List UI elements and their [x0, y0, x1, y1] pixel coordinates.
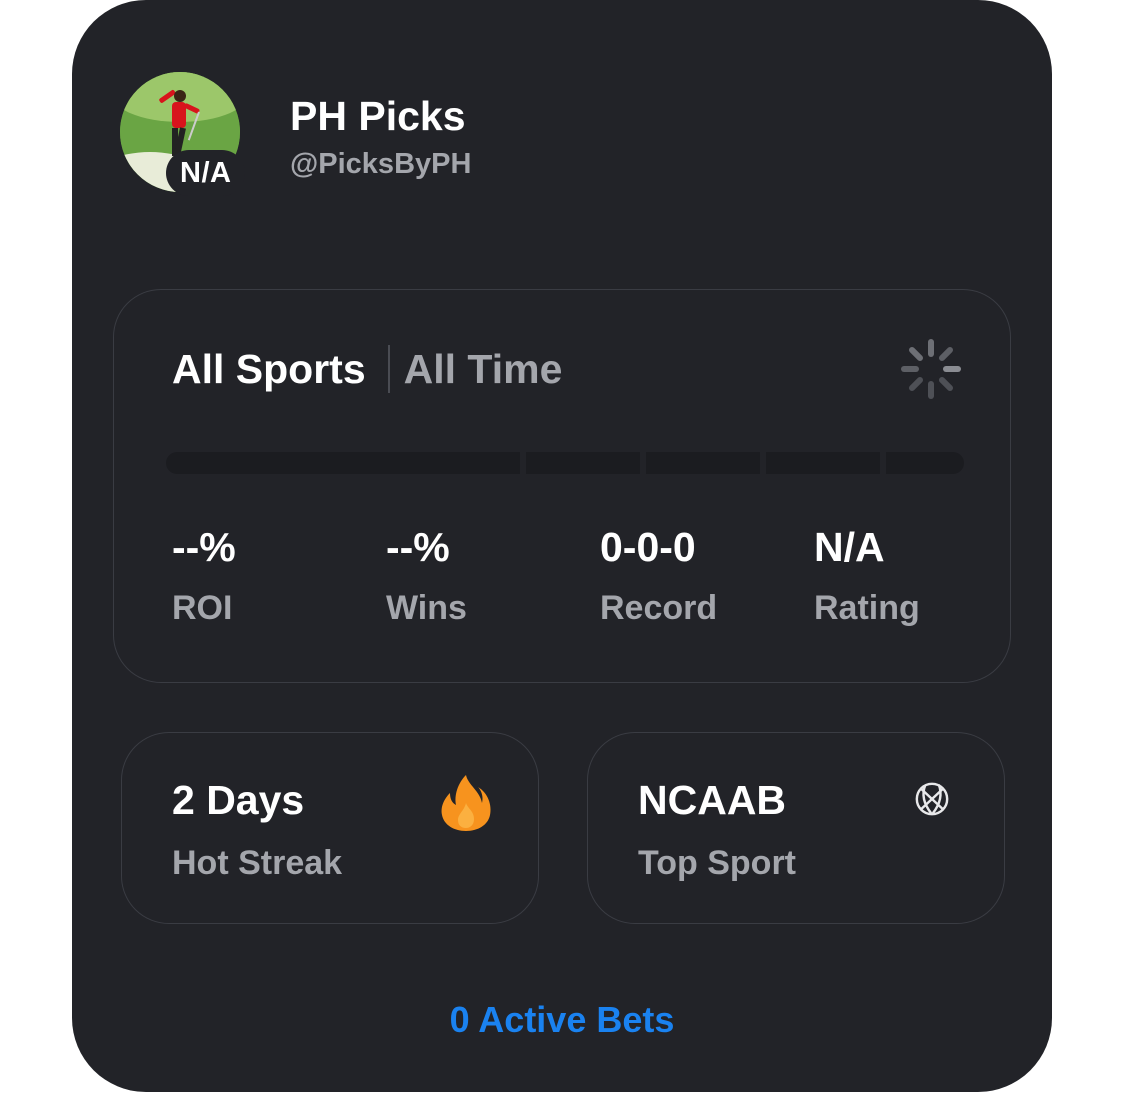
- filter-row: All Sports All Time: [172, 342, 562, 396]
- progress-segment: [526, 452, 640, 474]
- user-handle: @PicksByPH: [290, 148, 472, 180]
- stat-label: Record: [600, 589, 718, 627]
- stat-value: 0-0-0: [600, 524, 696, 570]
- time-filter[interactable]: All Time: [404, 342, 563, 396]
- stat-roi: --% ROI: [172, 522, 372, 628]
- stat-rating: N/A Rating: [814, 522, 1014, 628]
- stat-label: Rating: [814, 589, 920, 627]
- stat-label: Wins: [386, 589, 467, 627]
- progress-segment: [166, 452, 520, 474]
- stat-record: 0-0-0 Record: [600, 522, 800, 628]
- progress-segment: [766, 452, 880, 474]
- fire-icon: [441, 775, 491, 831]
- basketball-icon: [915, 782, 949, 816]
- progress-segment: [646, 452, 760, 474]
- stat-label: ROI: [172, 589, 233, 627]
- avatar[interactable]: N/A: [120, 72, 246, 196]
- loading-spinner-icon: [901, 339, 961, 399]
- filter-divider: [387, 345, 390, 393]
- hot-streak-label: Hot Streak: [172, 844, 343, 882]
- active-bets-link[interactable]: 0 Active Bets: [72, 996, 1052, 1044]
- display-name: PH Picks: [290, 93, 466, 139]
- tipster-profile-card[interactable]: N/A PH Picks @PicksByPH All Sports All T…: [72, 0, 1052, 1092]
- stat-value: --%: [172, 524, 236, 570]
- stats-panel: All Sports All Time --% ROI --% Wins 0-0…: [113, 289, 1011, 683]
- top-sport-label: Top Sport: [638, 844, 796, 882]
- stat-wins: --% Wins: [386, 522, 586, 628]
- progress-segment: [886, 452, 964, 474]
- top-sport-value: NCAAB: [638, 777, 787, 823]
- stats-grid: --% ROI --% Wins 0-0-0 Record N/A Rating: [172, 522, 1032, 642]
- results-progress-bar: [166, 452, 964, 474]
- sport-filter[interactable]: All Sports: [172, 342, 366, 396]
- stat-value: N/A: [814, 524, 885, 570]
- rating-badge: N/A: [166, 150, 246, 196]
- top-sport-tile[interactable]: NCAAB Top Sport: [587, 732, 1005, 924]
- hot-streak-value: 2 Days: [172, 777, 305, 823]
- stat-value: --%: [386, 524, 450, 570]
- hot-streak-tile[interactable]: 2 Days Hot Streak: [121, 732, 539, 924]
